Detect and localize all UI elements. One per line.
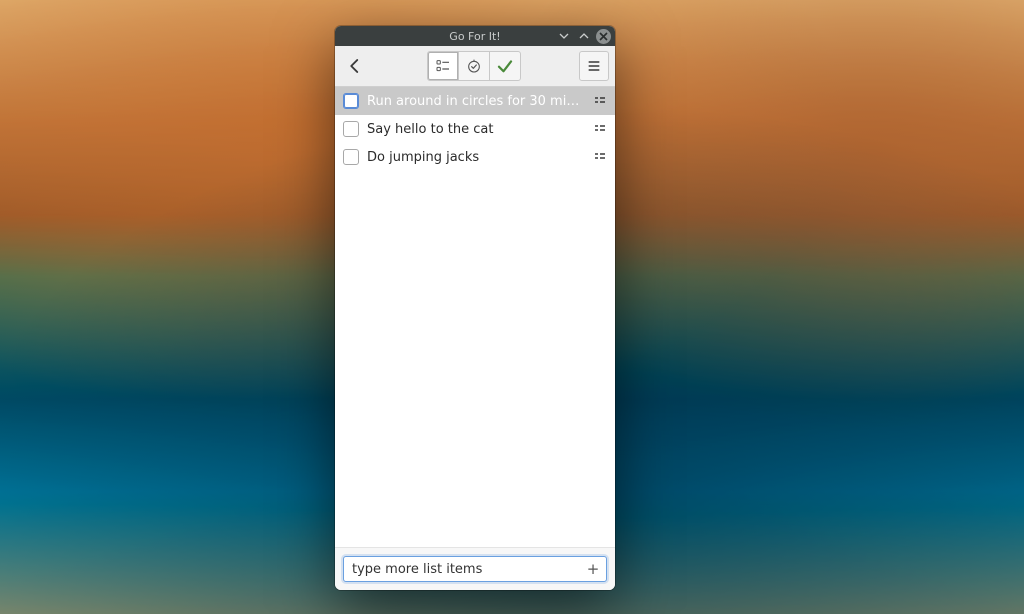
chevron-up-icon [579, 31, 589, 41]
drag-handle[interactable] [593, 95, 607, 107]
close-icon [599, 32, 608, 41]
back-button[interactable] [341, 52, 369, 80]
task-label: Run around in circles for 30 minutes [367, 94, 585, 109]
footer: + [335, 547, 615, 590]
task-label: Do jumping jacks [367, 150, 585, 165]
view-done-button[interactable] [489, 51, 521, 81]
menu-button[interactable] [579, 51, 609, 81]
hamburger-icon [586, 58, 602, 74]
view-timer-button[interactable] [458, 51, 490, 81]
task-row[interactable]: Do jumping jacks [335, 143, 615, 171]
view-todo-button[interactable] [427, 51, 459, 81]
task-label: Say hello to the cat [367, 122, 585, 137]
add-item-button[interactable]: + [583, 559, 603, 579]
list-check-icon [435, 58, 451, 74]
grip-icon [594, 123, 606, 135]
titlebar[interactable]: Go For It! [335, 26, 615, 46]
task-row[interactable]: Say hello to the cat [335, 115, 615, 143]
chevron-down-icon [559, 31, 569, 41]
view-switcher [427, 51, 521, 81]
task-checkbox[interactable] [343, 121, 359, 137]
task-checkbox[interactable] [343, 149, 359, 165]
check-icon [496, 57, 514, 75]
grip-icon [594, 151, 606, 163]
app-window: Go For It! [335, 26, 615, 590]
new-item-wrap: + [343, 556, 607, 582]
drag-handle[interactable] [593, 123, 607, 135]
close-button[interactable] [596, 29, 611, 44]
chevron-left-icon [346, 57, 364, 75]
task-row[interactable]: Run around in circles for 30 minutes [335, 87, 615, 115]
window-controls [556, 26, 611, 46]
drag-handle[interactable] [593, 151, 607, 163]
plus-icon: + [587, 562, 600, 577]
minimize-button[interactable] [556, 28, 572, 44]
header-toolbar [335, 46, 615, 87]
task-checkbox[interactable] [343, 93, 359, 109]
task-list[interactable]: Run around in circles for 30 minutes Say … [335, 87, 615, 547]
new-item-input[interactable] [343, 556, 607, 582]
maximize-button[interactable] [576, 28, 592, 44]
clock-check-icon [466, 58, 482, 74]
grip-icon [594, 95, 606, 107]
